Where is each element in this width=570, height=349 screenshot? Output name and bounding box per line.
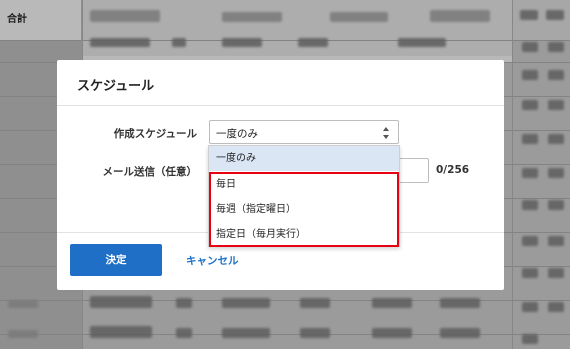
background-total-header-cell: 合計 [0,0,82,40]
background-blur [176,298,192,308]
background-blur [90,10,160,22]
background-blur [398,38,446,47]
background-blur [222,298,270,308]
background-blur [300,298,330,308]
background-blur [90,326,152,338]
background-blur [522,168,538,178]
dropdown-option-once[interactable]: 一度のみ [209,146,399,171]
background-blur [522,200,538,210]
background-blur [548,200,564,210]
background-blur [548,134,564,144]
char-counter: 0/256 [436,164,470,176]
background-blur [90,296,152,308]
background-blur [298,38,328,47]
background-blur [372,298,412,308]
background-blur [522,302,538,312]
background-blur [440,298,480,308]
background-blur [330,12,388,22]
background-blur [372,328,412,338]
background-blur [176,328,192,338]
background-blur [522,70,538,80]
background-blur [8,330,38,338]
background-blur [90,38,150,47]
background-blur [522,334,538,344]
dropdown-option-daily[interactable]: 毎日 [209,172,399,197]
background-blur [548,42,564,52]
background-blur [300,328,330,338]
background-blur [520,10,538,20]
dialog-divider [57,105,504,106]
schedule-dropdown-list: 一度のみ 毎日 毎週（指定曜日） 指定日（毎月実行） [208,145,400,247]
background-blur [222,328,270,338]
background-blur [548,100,564,110]
background-col-line [512,0,513,349]
background-row-line [0,40,570,41]
cancel-button[interactable]: キャンセル [186,253,239,268]
schedule-select-value: 一度のみ [216,128,258,140]
background-blur [430,10,490,22]
background-row-line [0,334,570,335]
background-blur [548,302,564,312]
confirm-button[interactable]: 決定 [70,244,162,276]
background-total-label: 合計 [7,14,27,25]
background-blur [546,10,564,20]
mail-label: メール送信（任意） [102,166,198,178]
background-blur [522,100,538,110]
background-blur [548,268,564,278]
dropdown-option-weekly[interactable]: 毎週（指定曜日） [209,197,399,222]
select-updown-icon [382,125,390,139]
dialog-title: スケジュール [77,79,155,94]
dropdown-option-monthly[interactable]: 指定日（毎月実行） [209,222,399,247]
background-blur [172,38,186,47]
background-blur [440,328,480,338]
background-blur [522,42,538,52]
background-blur [548,70,564,80]
background-blur [548,168,564,178]
schedule-label: 作成スケジュール [113,128,197,140]
background-blur [522,236,538,246]
background-blur [522,134,538,144]
background-blur [548,236,564,246]
background-blur [222,12,282,22]
screen: 合計 スケジュール 作成スケジュール 一度のみ メール送信（任意） 0/256 … [0,0,570,349]
background-blur [522,268,538,278]
background-blur [222,38,262,47]
background-blur [8,300,38,308]
schedule-select[interactable]: 一度のみ [209,120,399,144]
background-row-line [0,300,570,301]
